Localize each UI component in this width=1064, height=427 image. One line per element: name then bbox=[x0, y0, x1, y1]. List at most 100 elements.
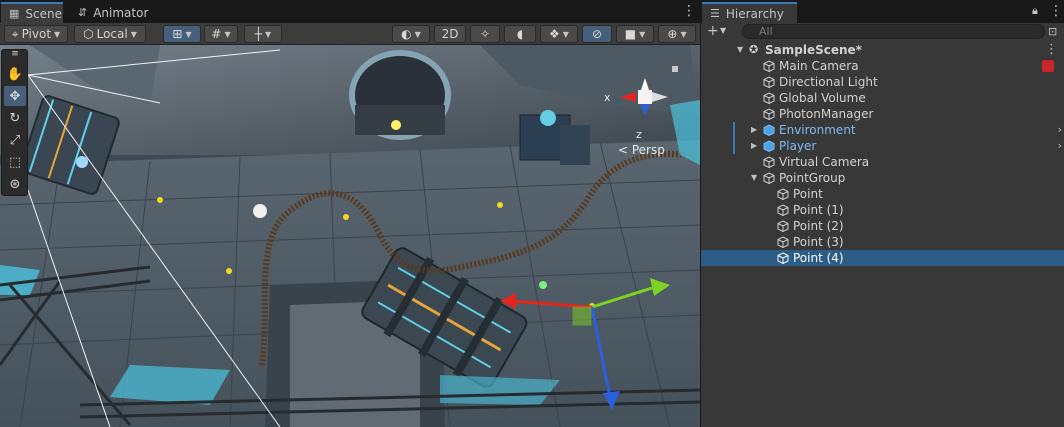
chevron-right-icon[interactable]: › bbox=[1058, 122, 1062, 138]
scale-tool-icon[interactable]: ⤢ bbox=[4, 130, 26, 150]
tree-item-selected[interactable]: Point (4) bbox=[701, 250, 1064, 266]
rotate-tool-icon[interactable]: ↻ bbox=[4, 108, 26, 128]
chevron-down-icon: ▼ bbox=[54, 29, 61, 39]
scene-visibility-toggle[interactable]: ⊘ bbox=[582, 25, 612, 43]
prefab-override-bar bbox=[733, 138, 735, 154]
search-input[interactable]: All bbox=[742, 24, 1045, 39]
grid-snap-toggle[interactable]: ⊞ ▼ bbox=[163, 25, 201, 43]
chevron-down-icon: ▼ bbox=[185, 29, 192, 39]
draw-mode-dropdown[interactable]: ◐ ▼ bbox=[392, 25, 430, 43]
hierarchy-menu-icon[interactable]: ⋮ bbox=[1049, 3, 1063, 19]
pivot-icon: ⌖ bbox=[11, 27, 19, 41]
grid-icon: # bbox=[211, 27, 222, 41]
gameobject-cube-icon bbox=[763, 172, 775, 184]
gameobject-cube-icon bbox=[777, 236, 789, 248]
gizmo-x-label: x bbox=[604, 91, 611, 104]
tree-item[interactable]: Point bbox=[701, 186, 1064, 202]
glow-bottom-right bbox=[440, 375, 560, 405]
gizmo-lock-icon[interactable] bbox=[672, 66, 678, 72]
unity-scene-icon: ✪ bbox=[749, 43, 759, 56]
tree-item[interactable]: Point (2) bbox=[701, 218, 1064, 234]
lock-icon[interactable]: 🔒︎ bbox=[1032, 4, 1038, 18]
tree-item[interactable]: Point (3) bbox=[701, 234, 1064, 250]
tool-strip: ≡ ✋ ✥ ↻ ⤢ ⬚ ⊛ bbox=[1, 49, 28, 196]
grid-snap-icon: ⊞ bbox=[172, 27, 183, 41]
chevron-down-icon[interactable]: ▼ bbox=[720, 26, 726, 35]
gizmo-z-label: z bbox=[636, 128, 642, 141]
tool-strip-handle-icon[interactable]: ≡ bbox=[4, 49, 26, 59]
increment-snap-toggle[interactable]: ┼ ▼ bbox=[244, 25, 282, 43]
tree-item-prefab[interactable]: ▶ Environment › bbox=[701, 122, 1064, 138]
tree-item[interactable]: Virtual Camera bbox=[701, 154, 1064, 170]
prefab-cube-icon bbox=[763, 140, 775, 152]
chevron-down-icon: ▼ bbox=[224, 29, 231, 39]
tab-scene[interactable]: ▦ Scene bbox=[1, 2, 63, 23]
tree-item[interactable]: Global Volume bbox=[701, 90, 1064, 106]
snap-ruler-icon: ┼ bbox=[254, 27, 263, 41]
scene-grid-icon: ▦ bbox=[9, 7, 20, 20]
chevron-down-icon: ▼ bbox=[130, 29, 137, 39]
tree-item[interactable]: Point (1) bbox=[701, 202, 1064, 218]
scene-tab-menu-icon[interactable]: ⋮ bbox=[682, 4, 696, 18]
animator-icon: ⇵ bbox=[78, 6, 88, 19]
lighting-toggle[interactable]: ✧ bbox=[470, 25, 500, 43]
scene-viewport[interactable]: x z < Persp bbox=[0, 45, 700, 427]
gameobject-cube-icon bbox=[763, 92, 775, 104]
eye-slash-icon: ⊘ bbox=[591, 27, 603, 41]
move-plane-handle bbox=[572, 306, 592, 326]
hand-tool-icon[interactable]: ✋ bbox=[4, 64, 26, 84]
local-cube-icon: ⬡ bbox=[83, 27, 94, 41]
hierarchy-toolbar: + ▼ ⌕ All ⊡ bbox=[701, 23, 1064, 41]
tree-item-prefab[interactable]: ▶ Player › bbox=[701, 138, 1064, 154]
expand-arrow-icon[interactable]: ▶ bbox=[751, 122, 757, 138]
audio-toggle[interactable]: ◖ bbox=[504, 25, 536, 43]
chevron-down-icon: ▼ bbox=[414, 29, 421, 39]
move-tool-icon[interactable]: ✥ bbox=[4, 86, 26, 106]
scene-panel: ▦ Scene ⇵ Animator ⋮ ⌖ Pivot ▼ ⬡ Local ▼… bbox=[0, 0, 700, 427]
pivot-dropdown[interactable]: ⌖ Pivot ▼ bbox=[4, 25, 68, 43]
chevron-down-icon: ▼ bbox=[265, 29, 272, 39]
warning-badge-icon[interactable] bbox=[1042, 60, 1054, 72]
transform-tool-icon[interactable]: ⊛ bbox=[4, 174, 26, 194]
tree-item[interactable]: ▼ PointGroup bbox=[701, 170, 1064, 186]
gameobject-cube-icon bbox=[777, 220, 789, 232]
effects-dropdown[interactable]: ❖ ▼ bbox=[540, 25, 578, 43]
gizmos-globe-icon: ⊕ bbox=[667, 27, 678, 41]
gameobject-cube-icon bbox=[777, 252, 789, 264]
expand-arrow-icon[interactable]: ▼ bbox=[751, 170, 757, 186]
camera-sphere bbox=[253, 204, 267, 218]
player-spawn-icon bbox=[539, 281, 547, 289]
hierarchy-list-icon: ☰ bbox=[710, 7, 720, 20]
hierarchy-tree: ▼ ✪ SampleScene* ⋮ Main Camera Direction… bbox=[701, 42, 1064, 266]
prefab-cube-icon bbox=[763, 124, 775, 136]
scene-menu-icon[interactable]: ⋮ bbox=[1045, 42, 1058, 58]
tree-item[interactable]: PhotonManager bbox=[701, 106, 1064, 122]
chevron-down-icon: ▼ bbox=[639, 29, 646, 39]
tree-item-scene[interactable]: ▼ ✪ SampleScene* ⋮ bbox=[701, 42, 1064, 58]
scene-tabbar: ▦ Scene ⇵ Animator ⋮ bbox=[0, 0, 700, 23]
search-options-icon[interactable]: ⊡ bbox=[1048, 25, 1057, 38]
camera-settings-dropdown[interactable]: ■ ▼ bbox=[616, 25, 654, 43]
gameobject-cube-icon bbox=[763, 156, 775, 168]
2d-toggle[interactable]: 2D bbox=[434, 25, 466, 43]
gameobject-cube-icon bbox=[777, 204, 789, 216]
shading-sphere-icon: ◐ bbox=[401, 27, 412, 41]
add-icon[interactable]: + bbox=[707, 23, 719, 39]
perspective-label[interactable]: < Persp bbox=[618, 143, 665, 157]
local-dropdown[interactable]: ⬡ Local ▼ bbox=[74, 25, 146, 43]
chevron-down-icon: ▼ bbox=[562, 29, 569, 39]
expand-arrow-icon[interactable]: ▶ bbox=[751, 138, 757, 154]
tab-animator[interactable]: ⇵ Animator bbox=[70, 2, 156, 23]
audio-mute-icon: ◖ bbox=[516, 27, 524, 41]
tree-item[interactable]: Main Camera bbox=[701, 58, 1064, 74]
gizmos-dropdown[interactable]: ⊕ ▼ bbox=[658, 25, 696, 43]
rect-tool-icon[interactable]: ⬚ bbox=[4, 152, 26, 172]
chevron-right-icon[interactable]: › bbox=[1058, 138, 1062, 154]
expand-arrow-icon[interactable]: ▼ bbox=[737, 42, 743, 58]
prefab-override-bar bbox=[733, 122, 735, 138]
grid-visibility-toggle[interactable]: # ▼ bbox=[204, 25, 238, 43]
tab-hierarchy[interactable]: ☰ Hierarchy bbox=[702, 2, 797, 23]
scene-toolbar: ⌖ Pivot ▼ ⬡ Local ▼ ⊞ ▼ # ▼ ┼ ▼ ◐ ▼ 2D ✧… bbox=[0, 23, 700, 45]
camera-icon: ■ bbox=[624, 27, 637, 41]
tree-item[interactable]: Directional Light bbox=[701, 74, 1064, 90]
